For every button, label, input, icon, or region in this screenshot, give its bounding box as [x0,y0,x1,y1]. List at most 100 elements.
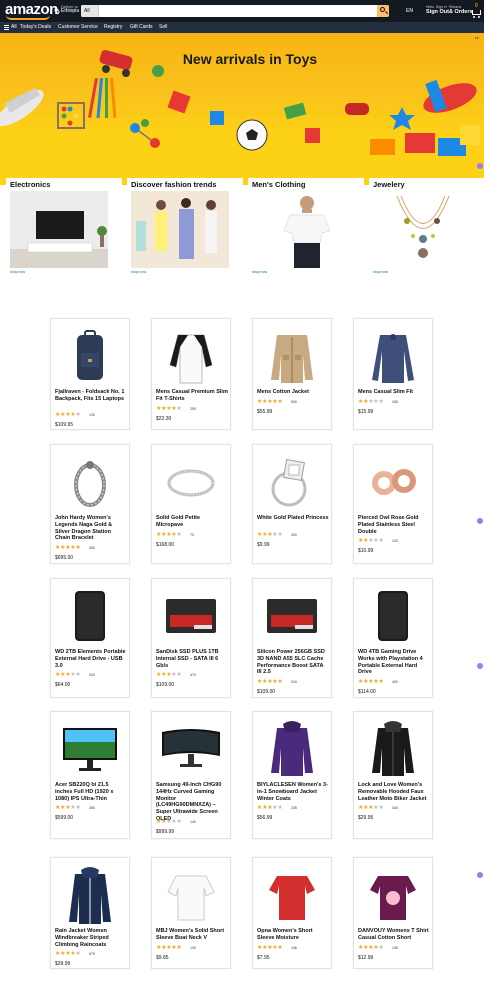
search-category-select[interactable]: All [81,5,99,17]
product-card[interactable]: Pierced Owl Rose Gold Plated Stainless S… [353,444,433,564]
side-widget-icon[interactable] [477,518,483,524]
product-title[interactable]: Opna Women's Short Sleeve Moisture [257,928,329,942]
product-card[interactable]: SanDisk SSD PLUS 1TB Internal SSD - SATA… [151,578,231,698]
subnav-registry[interactable]: Registry [104,22,122,33]
white-top-icon[interactable] [160,864,222,926]
returns-orders[interactable]: Returns & Orders [449,5,473,15]
product-card[interactable]: Mens Cotton Jacket ★★★★★ 500 $55.99 [252,318,332,430]
product-card[interactable]: White Gold Plated Princess ★★★★★ 400 $9.99 [252,444,332,564]
product-title[interactable]: Samsung 49-Inch CHG90 144Hz Curved Gamin… [156,782,228,823]
subnav-sell[interactable]: Sell [159,22,167,33]
hard-drive-icon[interactable] [59,585,121,647]
star-icon: ★ [75,412,81,419]
product-title[interactable]: BIYLACLESEN Women's 3-in-1 Snowboard Jac… [257,782,329,802]
top-nav-bar: amazon Deliver to Ethiopia All EN Hello,… [0,0,484,22]
product-card[interactable]: DANVOUY Womens T Shirt Casual Cotton Sho… [353,857,433,969]
subnav-all[interactable]: All [11,22,17,33]
leather-jacket-icon[interactable] [362,718,424,780]
product-card[interactable]: MBJ Women's Solid Short Sleeve Boat Neck… [151,857,231,969]
jacket-icon[interactable] [261,325,323,387]
product-card[interactable]: Rain Jacket Women Windbreaker Striped Cl… [50,857,130,969]
shop-now-link[interactable]: shop now [252,270,267,274]
red-tshirt-icon[interactable] [261,864,323,926]
shop-now-link[interactable]: shop now [373,270,388,274]
product-title[interactable]: Mens Casual Slim Fit [358,389,430,396]
search-button[interactable] [377,5,389,17]
product-card[interactable]: WD 4TB Gaming Drive Works with Playstati… [353,578,433,698]
star-rating: ★★★★★ [55,411,81,419]
product-title[interactable]: White Gold Plated Princess [257,515,329,522]
product-card[interactable]: WD 2TB Elements Portable External Hard D… [50,578,130,698]
product-title[interactable]: DANVOUY Womens T Shirt Casual Cotton Sho… [358,928,430,942]
product-title[interactable]: Lock and Love Women's Removable Hooded F… [358,782,430,802]
category-card-electronics[interactable]: Electronics shop now [6,178,122,278]
product-card[interactable]: Samsung 49-Inch CHG90 144Hz Curved Gamin… [151,711,231,839]
product-price: $695.00 [55,555,74,562]
bracelet-icon[interactable] [59,451,121,513]
product-card[interactable]: Mens Casual Premium Slim Fit T-Shirts ★★★… [151,318,231,430]
search-input[interactable] [99,5,377,17]
product-title[interactable]: Fjallraven - Foldsack No. 1 Backpack, Fi… [55,389,127,403]
category-card-jewelery[interactable]: Jewelery shop now [369,178,484,278]
subnav-gift-cards[interactable]: Gift Cards [130,22,153,33]
product-title[interactable]: Pierced Owl Rose Gold Plated Stainless S… [358,515,430,535]
ssd-icon[interactable] [160,585,222,647]
product-title[interactable]: WD 4TB Gaming Drive Works with Playstati… [358,649,430,676]
language-selector[interactable]: EN [406,8,413,14]
category-card-mens-clothing[interactable]: Men's Clothing shop now [248,178,364,278]
womens-jacket-icon[interactable] [261,718,323,780]
product-card[interactable]: Acer SB220Q bi 21.5 inches Full HD (1920… [50,711,130,839]
product-card[interactable]: Mens Casual Slim Fit ★★★★★ 430 $15.99 [353,318,433,430]
product-title[interactable]: Acer SB220Q bi 21.5 inches Full HD (1920… [55,782,127,802]
product-card[interactable]: Silicon Power 256GB SSD 3D NAND A55 SLC … [252,578,332,698]
product-card[interactable]: Solid Gold Petite Micropave ★★★★★ 70 $168.0… [151,444,231,564]
category-card-fashion[interactable]: Discover fashion trends shop now [127,178,243,278]
product-card[interactable]: Lock and Love Women's Removable Hooded F… [353,711,433,839]
product-title[interactable]: Mens Casual Premium Slim Fit T-Shirts [156,389,228,403]
deliver-to[interactable]: Deliver to Ethiopia [61,4,79,14]
hero-banner[interactable]: New arrivals in Toys ▸▸ [0,33,484,185]
cart-button[interactable]: 0 [472,3,482,18]
product-card[interactable]: Fjallraven - Foldsack No. 1 Backpack, Fi… [50,318,130,430]
star-rating: ★★★★★ [257,678,283,685]
product-price: $168.00 [156,541,175,548]
product-title[interactable]: John Hardy Women's Legends Naga Gold & S… [55,515,127,542]
product-card[interactable]: Opna Women's Short Sleeve Moisture ★★★★★ 1… [252,857,332,969]
longsleeve-icon[interactable] [362,325,424,387]
hamburger-menu-icon[interactable] [4,25,9,30]
backpack-icon[interactable] [59,325,121,387]
shop-now-link[interactable]: shop now [10,270,25,274]
side-widget-icon[interactable] [477,663,483,669]
ring-icon[interactable] [160,451,222,513]
monitor-icon[interactable] [59,718,121,780]
ssd-icon[interactable] [261,585,323,647]
raglan-shirt-icon[interactable] [160,325,222,387]
product-title[interactable]: Mens Cotton Jacket [257,389,329,396]
star-rating: ★★★★★ [358,678,384,685]
side-widget-icon[interactable] [477,872,483,878]
product-title[interactable]: SanDisk SSD PLUS 1TB Internal SSD - SATA… [156,649,228,669]
shop-now-link[interactable]: shop now [131,270,146,274]
product-title[interactable]: Rain Jacket Women Windbreaker Striped Cl… [55,928,127,948]
account-menu[interactable]: Hello, Sign in Sign Out [426,5,449,15]
hero-next-icon[interactable]: ▸▸ [475,35,479,40]
side-widget-icon[interactable] [477,163,483,169]
star-rating: ★★★★★ [156,405,182,412]
subnav-customer-service[interactable]: Customer Service [58,22,98,33]
product-price: $55.99 [257,408,273,415]
star-rating: ★★★★★ [156,818,182,825]
hard-drive-icon[interactable] [362,585,424,647]
curved-monitor-icon[interactable] [160,718,222,780]
raincoat-icon[interactable] [59,864,121,926]
product-title[interactable]: Solid Gold Petite Micropave [156,515,228,529]
diamond-ring-icon[interactable] [261,451,323,513]
product-card[interactable]: John Hardy Women's Legends Naga Gold & S… [50,444,130,564]
earring-icon[interactable] [362,451,424,513]
product-title[interactable]: WD 2TB Elements Portable External Hard D… [55,649,127,669]
subnav-todays-deals[interactable]: Today's Deals [20,22,51,33]
product-price: $64.00 [55,682,71,689]
purple-tshirt-icon[interactable] [362,864,424,926]
product-title[interactable]: MBJ Women's Solid Short Sleeve Boat Neck… [156,928,228,942]
product-card[interactable]: BIYLACLESEN Women's 3-in-1 Snowboard Jac… [252,711,332,839]
product-title[interactable]: Silicon Power 256GB SSD 3D NAND A55 SLC … [257,649,329,676]
